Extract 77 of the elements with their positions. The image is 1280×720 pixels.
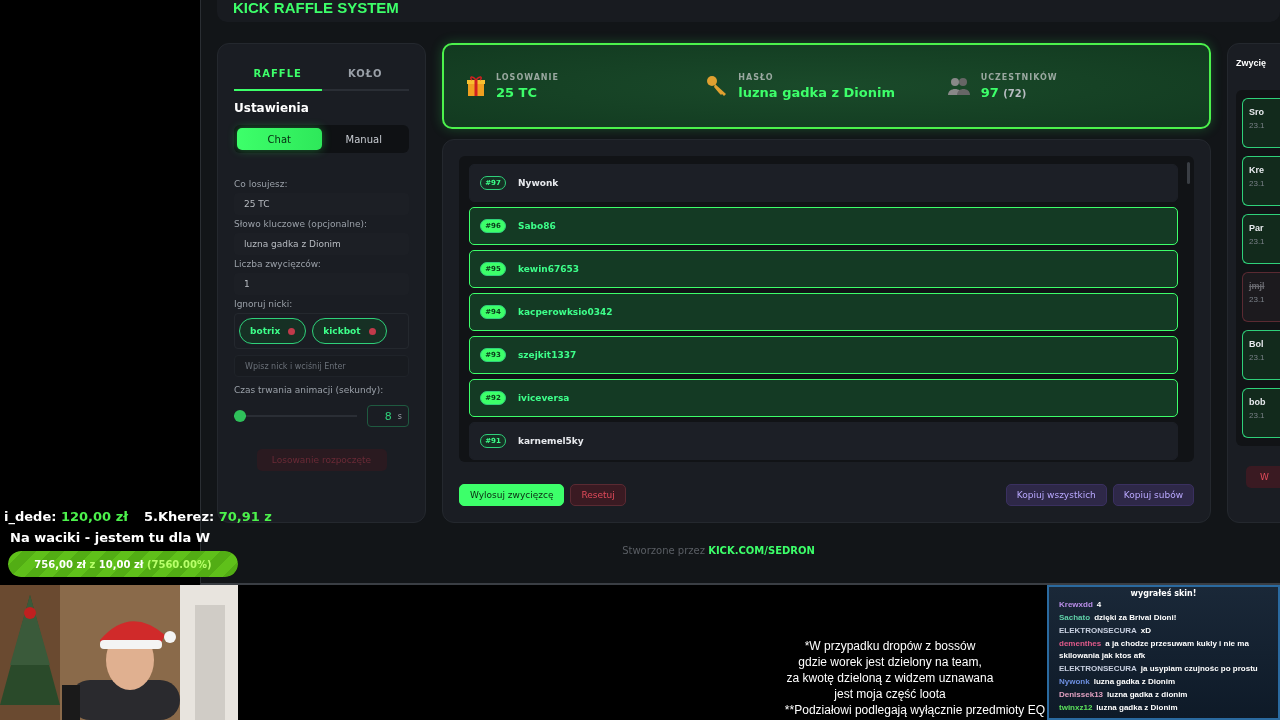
winner-card[interactable]: Par 23.1 bbox=[1242, 214, 1280, 264]
chat-message: ELEKTRONSECURA xD bbox=[1058, 625, 1152, 637]
stat-value: 97 (72) bbox=[980, 84, 1028, 100]
action-button[interactable]: Kopiuj subów bbox=[1112, 484, 1194, 506]
stat-value: luzna gadka z Dionim bbox=[738, 84, 895, 100]
participant-name: Sabo86 bbox=[518, 221, 556, 231]
winner-card[interactable]: bob 23.1 bbox=[1242, 388, 1280, 438]
remove-icon[interactable] bbox=[288, 327, 296, 335]
slider-thumb[interactable] bbox=[234, 410, 246, 422]
stat-label: UCZESTNIKÓW bbox=[980, 72, 1058, 82]
winner-date: 23.1 bbox=[1249, 411, 1265, 420]
field-label: Liczba zwycięzców: bbox=[234, 259, 322, 269]
chat-message: wygrałeś skin! bbox=[1130, 589, 1197, 598]
remove-icon[interactable] bbox=[368, 327, 376, 335]
winner-date: 23.1 bbox=[1249, 353, 1265, 362]
winner-name: Bol bbox=[1249, 339, 1264, 349]
goal-title: Na waciki - jestem tu dla W bbox=[9, 530, 211, 545]
winner-name: Par bbox=[1249, 223, 1264, 233]
action-button[interactable]: Kopiuj wszystkich bbox=[1005, 484, 1107, 506]
chat-message: Denissek13 luzna gadka z dionim bbox=[1058, 689, 1189, 701]
winner-name: bob bbox=[1249, 397, 1266, 407]
participant-name: szejkit1337 bbox=[518, 350, 577, 360]
donation-text: 5.Kherez: 70,91 z bbox=[144, 509, 272, 524]
stat-label: LOSOWANIE bbox=[496, 72, 559, 82]
people-icon bbox=[946, 76, 971, 96]
field-label: Czas trwania animacji (sekundy): bbox=[234, 385, 385, 395]
winner-date: 23.1 bbox=[1249, 295, 1265, 304]
footer-link[interactable]: KICK.COM/SEDRON bbox=[708, 545, 815, 556]
section-heading: Ustawienia bbox=[234, 101, 310, 115]
participant-name: iviceversa bbox=[518, 393, 570, 403]
notice-text: jest moja część loota bbox=[833, 686, 947, 702]
winner-name: Sro bbox=[1249, 107, 1264, 117]
winner-card[interactable]: Sro 23.1 bbox=[1242, 98, 1280, 148]
participant-name: kewin67653 bbox=[518, 264, 579, 274]
app-title: KICK RAFFLE SYSTEM bbox=[233, 0, 399, 16]
footer-text: Stworzone przez KICK.COM/SEDRON bbox=[622, 545, 815, 556]
ignored-nick-chip[interactable]: kickbot bbox=[312, 318, 387, 344]
field-label: Co losujesz: bbox=[234, 179, 289, 189]
key-icon bbox=[706, 75, 729, 97]
notice-text: za kwotę dzieloną z widzem uznawana bbox=[785, 670, 995, 686]
stat-value: 25 TC bbox=[496, 84, 539, 100]
winner-card[interactable]: jmjl 23.1 bbox=[1242, 272, 1280, 322]
tab[interactable]: RAFFLE bbox=[234, 58, 322, 91]
chat-message: Nywonk luzna gadka z Dionim bbox=[1058, 676, 1176, 688]
winner-card[interactable]: Kre 23.1 bbox=[1242, 156, 1280, 206]
stat-label: HASŁO bbox=[738, 72, 775, 82]
winner-date: 23.1 bbox=[1249, 237, 1265, 246]
field-label: Słowo kluczowe (opcjonalne): bbox=[234, 219, 369, 229]
action-button[interactable]: Wylosuj zwycięzcę bbox=[459, 484, 565, 506]
notice-text: *W przypadku dropów z bossów bbox=[803, 638, 977, 654]
mode-option[interactable]: Manual bbox=[321, 128, 406, 150]
panel-title: Zwycię bbox=[1236, 58, 1266, 68]
field-label: Ignoruj nicki: bbox=[234, 299, 294, 309]
winner-name: jmjl bbox=[1249, 281, 1265, 291]
duration-input[interactable]: 8 s bbox=[367, 405, 409, 427]
participant-name: kacperowksio0342 bbox=[518, 307, 613, 317]
winner-date: 23.1 bbox=[1249, 121, 1265, 130]
action-button[interactable]: Resetuj bbox=[570, 484, 626, 506]
tab[interactable]: KOŁO bbox=[321, 58, 409, 91]
chat-message: Krewxdd 4 bbox=[1058, 599, 1103, 611]
participant-name: karnemel5ky bbox=[518, 436, 584, 446]
winner-date: 23.1 bbox=[1249, 179, 1265, 188]
winners-action-button[interactable]: W bbox=[1246, 466, 1280, 488]
notice-text: **Podziałowi podlegają wyłącznie przedmioty EQ bbox=[784, 702, 1045, 718]
chat-message: Sachato dzięki za Brival Dioni! bbox=[1058, 612, 1178, 624]
chat-message: ELEKTRONSECURA ja usypiam czujnośc po prostu bbox=[1058, 663, 1259, 675]
participant-name: Nywonk bbox=[518, 178, 559, 188]
chat-message: twinxz12 luzna gadka z Dionim bbox=[1058, 702, 1179, 714]
scrollbar[interactable] bbox=[1187, 162, 1190, 184]
gift-icon bbox=[466, 75, 486, 97]
winner-name: Kre bbox=[1249, 165, 1264, 175]
ignored-nick-chip[interactable]: botrix bbox=[239, 318, 307, 344]
mode-option[interactable]: Chat bbox=[237, 128, 322, 150]
notice-text: gdzie worek jest dzielony na team, bbox=[797, 654, 983, 670]
winner-card[interactable]: Bol 23.1 bbox=[1242, 330, 1280, 380]
donation-text: i_dede: 120,00 zł bbox=[4, 509, 129, 524]
goal-progress-text: 756,00 zł z 10,00 zł (7560.00%) bbox=[34, 558, 212, 570]
